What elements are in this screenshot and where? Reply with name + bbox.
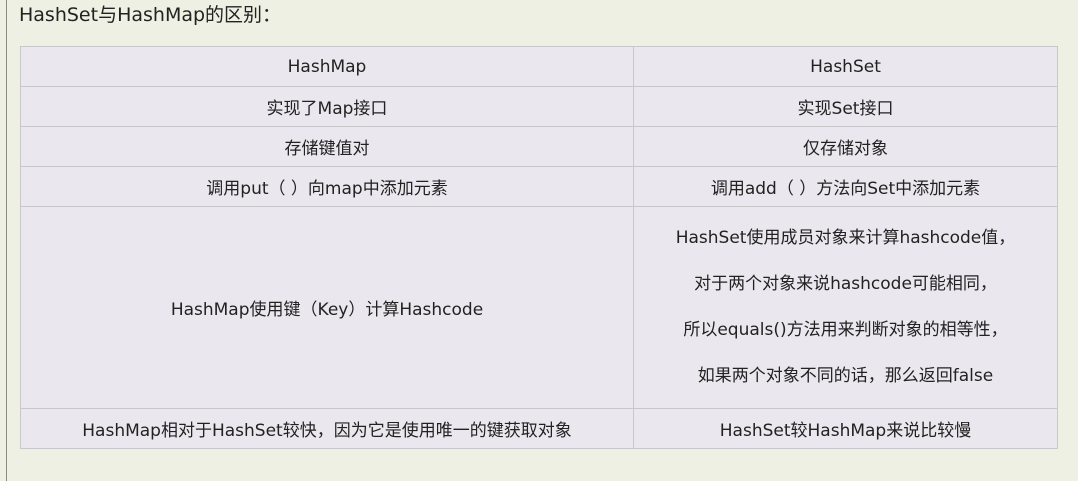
table-row: 实现了Map接口 实现Set接口 <box>20 86 1058 127</box>
left-border <box>6 0 7 481</box>
cell-line: 如果两个对象不同的话，那么返回false <box>697 366 994 386</box>
table-row: HashMap相对于HashSet较快，因为它是使用唯一的键获取对象 HashS… <box>20 408 1058 449</box>
cell-hashmap: 调用put（ ）向map中添加元素 <box>20 166 634 207</box>
page-title: HashSet与HashMap的区别： <box>19 4 282 26</box>
cell-hashmap: 存储键值对 <box>20 126 634 167</box>
header-hashset: HashSet <box>633 46 1058 87</box>
cell-hashmap: 实现了Map接口 <box>20 86 634 127</box>
cell-line: 所以equals()方法用来判断对象的相等性， <box>683 320 1008 340</box>
header-hashmap: HashMap <box>20 46 634 87</box>
cell-hashset: 调用add（ ）方法向Set中添加元素 <box>633 166 1058 207</box>
cell-hashset: HashSet较HashMap来说比较慢 <box>633 408 1058 449</box>
cell-hashset: 仅存储对象 <box>633 126 1058 167</box>
comparison-table: HashMap HashSet 实现了Map接口 实现Set接口 存储键值对 仅… <box>20 46 1058 449</box>
cell-hashset: 实现Set接口 <box>633 86 1058 127</box>
cell-line: 对于两个对象来说hashcode可能相同， <box>694 274 997 294</box>
table-header-row: HashMap HashSet <box>20 46 1058 87</box>
cell-line: HashSet使用成员对象来计算hashcode值， <box>675 228 1016 248</box>
table-row: 调用put（ ）向map中添加元素 调用add（ ）方法向Set中添加元素 <box>20 166 1058 207</box>
cell-hashset-multiline: HashSet使用成员对象来计算hashcode值， 对于两个对象来说hashc… <box>633 206 1058 409</box>
cell-hashmap: HashMap使用键（Key）计算Hashcode <box>20 206 634 409</box>
cell-hashmap: HashMap相对于HashSet较快，因为它是使用唯一的键获取对象 <box>20 408 634 449</box>
table-row: 存储键值对 仅存储对象 <box>20 126 1058 167</box>
table-row: HashMap使用键（Key）计算Hashcode HashSet使用成员对象来… <box>20 206 1058 409</box>
